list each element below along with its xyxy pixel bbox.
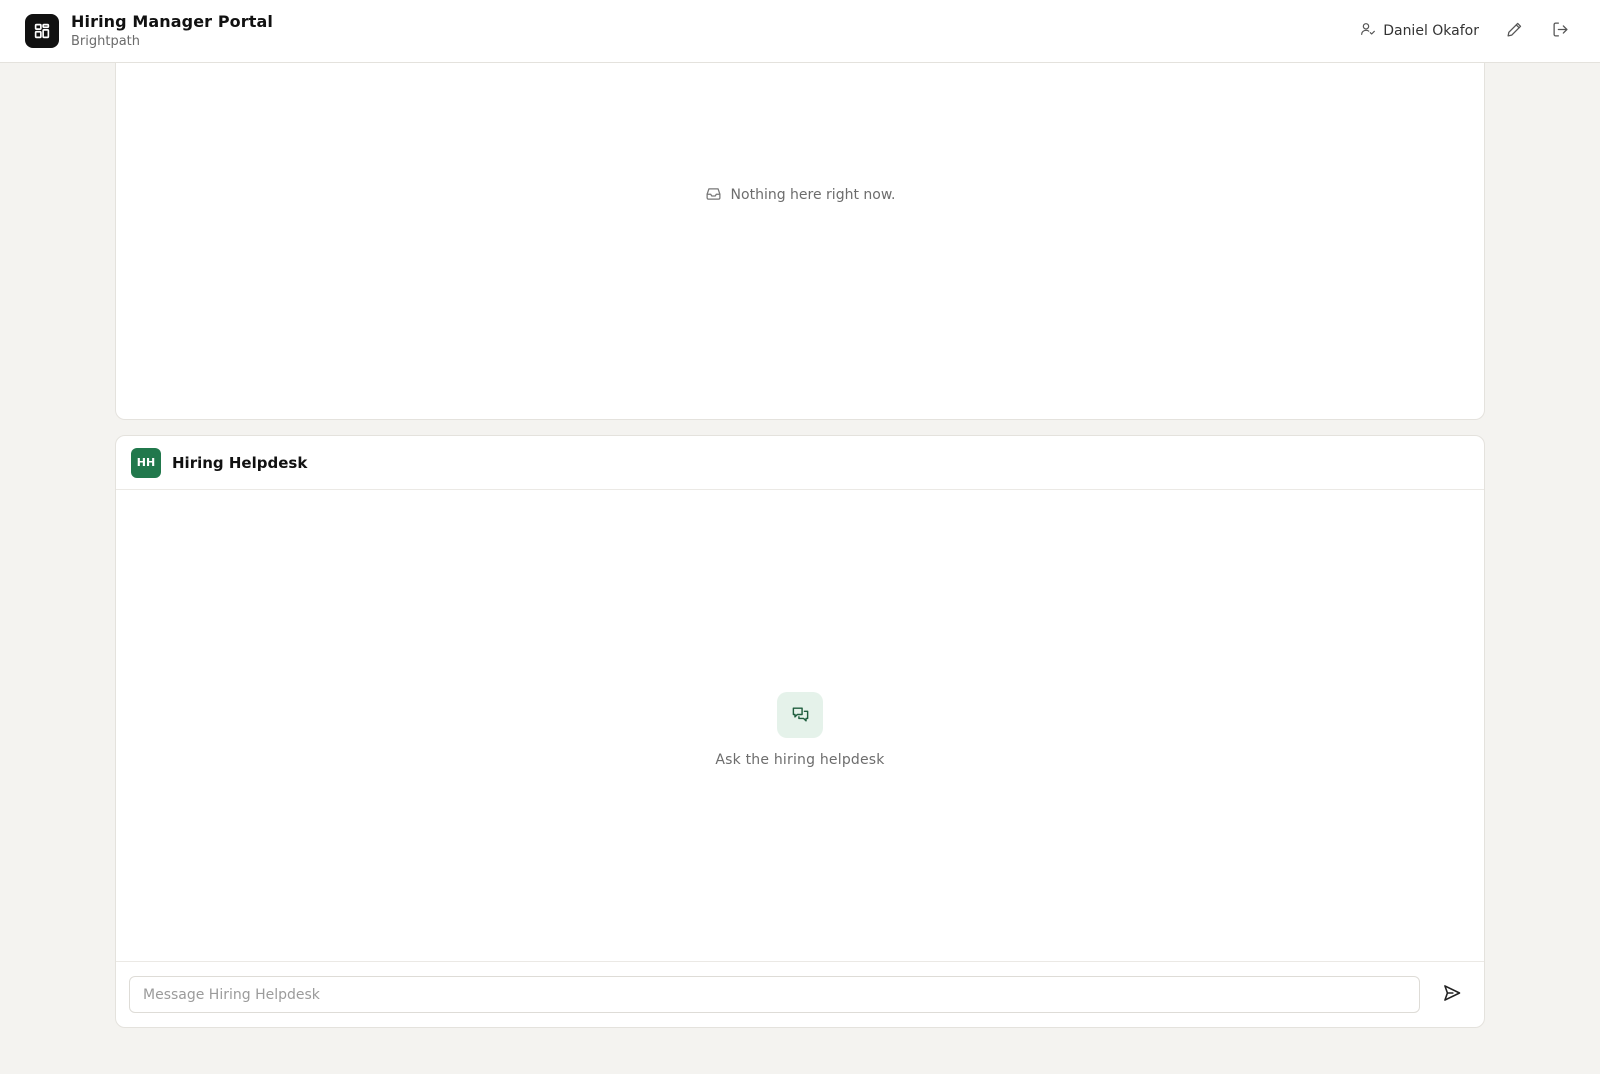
chat-messages: Ask the hiring helpdesk: [116, 490, 1484, 961]
user-name: Daniel Okafor: [1383, 23, 1479, 39]
brand: Hiring Manager Portal Brightpath: [71, 12, 273, 51]
dashboard-grid-icon[interactable]: [25, 14, 59, 48]
empty-state: Nothing here right now.: [705, 185, 896, 206]
chat-title: Hiring Helpdesk: [172, 453, 308, 472]
chat-header: HH Hiring Helpdesk: [116, 436, 1484, 490]
send-icon: [1442, 983, 1462, 1007]
edit-button[interactable]: [1499, 16, 1529, 46]
inbox-icon: [705, 185, 722, 206]
message-composer: [116, 961, 1484, 1027]
logout-icon: [1552, 21, 1569, 42]
user-check-icon: [1360, 21, 1376, 41]
helpdesk-chat: HH Hiring Helpdesk Ask the hiring helpde…: [115, 435, 1485, 1028]
header-actions: Daniel Okafor: [1356, 15, 1575, 47]
chat-empty-text: Ask the hiring helpdesk: [715, 751, 885, 768]
org-name: Brightpath: [71, 33, 141, 49]
top-bar: Hiring Manager Portal Brightpath Daniel …: [0, 0, 1600, 63]
pencil-icon: [1506, 21, 1523, 42]
avatar: HH: [131, 447, 161, 478]
chat-bubbles-icon: [777, 691, 823, 738]
send-button[interactable]: [1433, 976, 1471, 1014]
message-input[interactable]: [129, 976, 1420, 1013]
user-menu[interactable]: Daniel Okafor: [1356, 15, 1483, 47]
app-title: Hiring Manager Portal: [71, 11, 273, 31]
items-panel: Nothing here right now.: [115, 63, 1485, 420]
empty-state-text: Nothing here right now.: [730, 187, 896, 203]
logout-button[interactable]: [1545, 16, 1575, 46]
